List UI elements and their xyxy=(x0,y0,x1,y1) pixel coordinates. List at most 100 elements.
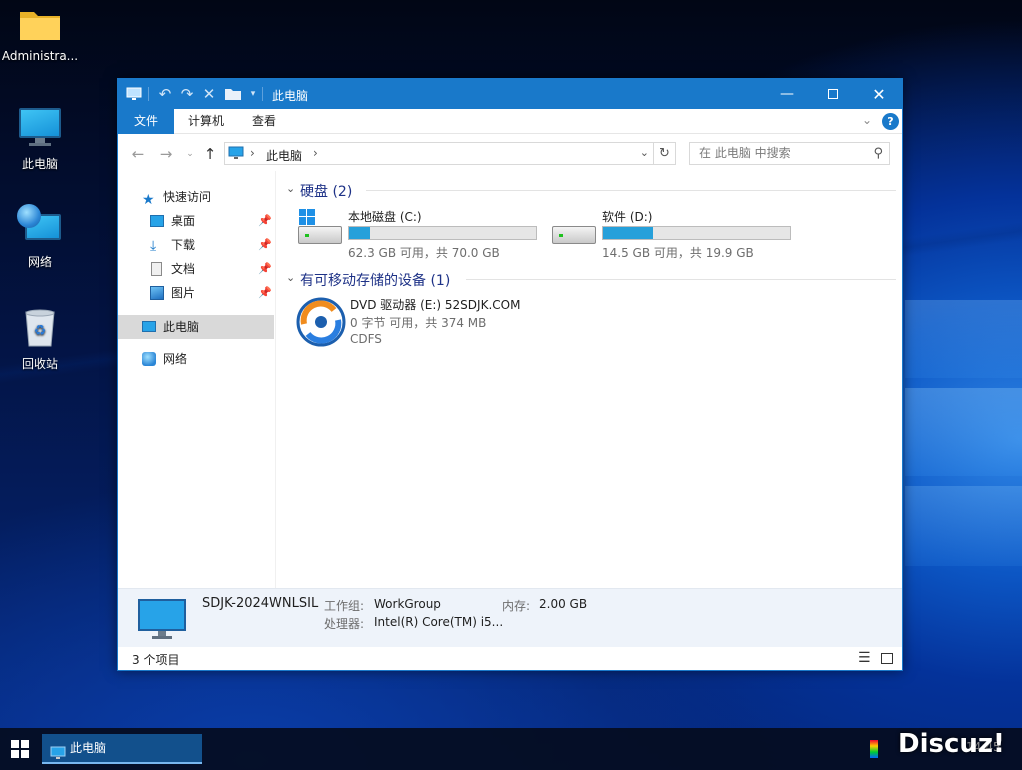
drive-name: 软件 (D:) xyxy=(602,210,653,224)
drive-d[interactable]: 软件 (D:) 14.5 GB 可用，共 19.9 GB xyxy=(552,208,802,260)
computer-name: SDJK-2024WNLSIL xyxy=(202,596,319,611)
customize-chevron-icon[interactable]: ▾ xyxy=(244,85,262,103)
start-button[interactable] xyxy=(0,728,40,770)
help-icon[interactable]: ? xyxy=(882,113,899,130)
large-icons-view-icon[interactable] xyxy=(881,653,893,664)
pin-icon: 📌 xyxy=(258,262,272,275)
nav-quick-access[interactable]: ★ 快速访问 xyxy=(118,185,274,209)
delete-icon[interactable]: ✕ xyxy=(200,85,218,103)
nav-label: 快速访问 xyxy=(163,190,212,204)
drive-usage-fill xyxy=(349,227,370,239)
group-header-hard-disks[interactable]: ⌄ 硬盘 (2) xyxy=(286,179,896,201)
taskbar-item-this-pc[interactable]: 此电脑 xyxy=(42,734,202,764)
details-pane: SDJK-2024WNLSIL 工作组: WorkGroup 内存: 2.00 … xyxy=(118,588,902,647)
computer-icon xyxy=(125,85,143,103)
breadcrumb[interactable]: 此电脑 xyxy=(266,147,302,164)
nav-pictures[interactable]: 图片 📌 xyxy=(118,281,274,305)
tab-computer[interactable]: 计算机 xyxy=(174,109,238,134)
desktop-icon-label: 网络 xyxy=(27,255,52,269)
minimize-button[interactable]: — xyxy=(764,79,810,109)
item-count: 3 个项目 xyxy=(132,653,180,667)
maximize-button[interactable] xyxy=(810,79,856,109)
recent-chevron-icon[interactable]: ⌄ xyxy=(180,144,200,164)
hard-disk-icon xyxy=(552,226,596,244)
monitor-icon xyxy=(19,108,61,148)
wallpaper-pane xyxy=(905,486,1022,566)
drive-usage-bar xyxy=(602,226,791,240)
folder-icon xyxy=(20,12,60,40)
pin-icon: 📌 xyxy=(258,286,272,299)
details-view-icon[interactable]: ☰ xyxy=(858,650,871,666)
drive-e-dvd[interactable]: DVD 驱动器 (E:) 52SDJK.COM 0 字节 可用，共 374 MB… xyxy=(296,296,596,348)
address-row: ← → ⌄ ↑ › 此电脑 › ⌄ ↻ 在 此电脑 中搜索 ⚲ xyxy=(118,135,902,171)
nav-desktop[interactable]: 桌面 📌 xyxy=(118,209,274,233)
chevron-down-icon: ⌄ xyxy=(286,271,296,284)
group-header-removable[interactable]: ⌄ 有可移动存储的设备 (1) xyxy=(286,268,896,290)
nav-documents[interactable]: 文档 📌 xyxy=(118,257,274,281)
new-folder-icon[interactable] xyxy=(222,85,244,103)
processor-value: Intel(R) Core(TM) i5... xyxy=(374,615,504,629)
redo-icon[interactable]: ↷ xyxy=(178,85,196,103)
nav-label: 网络 xyxy=(163,352,188,366)
desktop-icon-network[interactable]: 网络 xyxy=(0,204,80,270)
refresh-button[interactable]: ↻ xyxy=(654,142,676,165)
address-bar[interactable]: › 此电脑 › ⌄ xyxy=(224,142,654,165)
drive-space: 0 字节 可用，共 374 MB xyxy=(350,316,487,330)
explorer-window: ↶ ↷ ✕ ▾ 此电脑 — ✕ 文件 计算机 查看 ⌄ ? ← → ⌄ ↑ › … xyxy=(117,78,903,671)
dvd-drive-icon xyxy=(296,296,346,348)
drive-name: DVD 驱动器 (E:) 52SDJK.COM xyxy=(350,298,521,312)
breadcrumb-separator-icon: › xyxy=(313,146,318,160)
window-title: 此电脑 xyxy=(272,89,309,103)
memory-value: 2.00 GB xyxy=(539,597,588,611)
expand-ribbon-icon[interactable]: ⌄ xyxy=(862,113,872,127)
desktop-icon-label: 回收站 xyxy=(21,357,58,371)
search-icon: ⚲ xyxy=(873,146,883,161)
hard-disk-icon xyxy=(298,226,342,244)
nav-network[interactable]: 网络 xyxy=(118,347,274,371)
address-history-chevron-icon[interactable]: ⌄ xyxy=(640,146,649,159)
drive-name: 本地磁盘 (C:) xyxy=(348,210,422,224)
undo-icon[interactable]: ↶ xyxy=(156,85,174,103)
search-placeholder: 在 此电脑 中搜索 xyxy=(699,146,791,160)
nav-label: 下载 xyxy=(171,238,196,252)
close-button[interactable]: ✕ xyxy=(856,79,902,109)
drive-usage-bar xyxy=(348,226,537,240)
drive-filesystem: CDFS xyxy=(350,332,382,346)
memory-label: 内存: xyxy=(502,599,531,613)
tab-file[interactable]: 文件 xyxy=(118,109,174,134)
discuz-watermark: Discuz! xyxy=(898,729,1005,759)
computer-icon xyxy=(138,599,186,641)
search-input[interactable]: 在 此电脑 中搜索 ⚲ xyxy=(689,142,890,165)
forward-arrow-icon[interactable]: → xyxy=(156,144,176,164)
pin-icon: 📌 xyxy=(258,214,272,227)
drive-space: 62.3 GB 可用，共 70.0 GB xyxy=(348,246,500,260)
taskbar: 此电脑 xyxy=(0,728,1022,770)
document-icon xyxy=(151,262,162,276)
nav-label: 文档 xyxy=(171,262,196,276)
nav-downloads[interactable]: ⤓ 下载 📌 xyxy=(118,233,274,257)
desktop-icon-administrator[interactable]: Administra... xyxy=(0,6,80,63)
status-bar: 3 个项目 ☰ xyxy=(118,647,902,671)
nav-label: 桌面 xyxy=(171,214,196,228)
tab-view[interactable]: 查看 xyxy=(238,109,290,134)
drive-space: 14.5 GB 可用，共 19.9 GB xyxy=(602,246,754,260)
back-arrow-icon[interactable]: ← xyxy=(128,144,148,164)
group-title: 硬盘 (2) xyxy=(300,184,353,200)
title-bar[interactable]: ↶ ↷ ✕ ▾ 此电脑 — ✕ xyxy=(118,79,902,109)
star-icon: ★ xyxy=(142,192,155,208)
drive-c[interactable]: 本地磁盘 (C:) 62.3 GB 可用，共 70.0 GB xyxy=(298,208,548,260)
desktop-icon-this-pc[interactable]: 此电脑 xyxy=(0,108,80,172)
wallpaper-pane xyxy=(905,388,1022,476)
windows-logo-icon xyxy=(299,209,315,225)
up-arrow-icon[interactable]: ↑ xyxy=(200,144,220,164)
drive-usage-fill xyxy=(603,227,654,239)
picture-icon xyxy=(150,286,164,300)
tray-icon[interactable] xyxy=(870,740,878,758)
nav-label: 图片 xyxy=(171,286,196,300)
nav-this-pc[interactable]: 此电脑 xyxy=(118,315,274,339)
processor-label: 处理器: xyxy=(324,617,365,631)
taskbar-item-label: 此电脑 xyxy=(70,741,107,755)
desktop-icon-recycle-bin[interactable]: ♻ 回收站 xyxy=(0,308,80,372)
workgroup-value: WorkGroup xyxy=(374,597,441,611)
desktop-icon-label: Administra... xyxy=(1,49,79,63)
